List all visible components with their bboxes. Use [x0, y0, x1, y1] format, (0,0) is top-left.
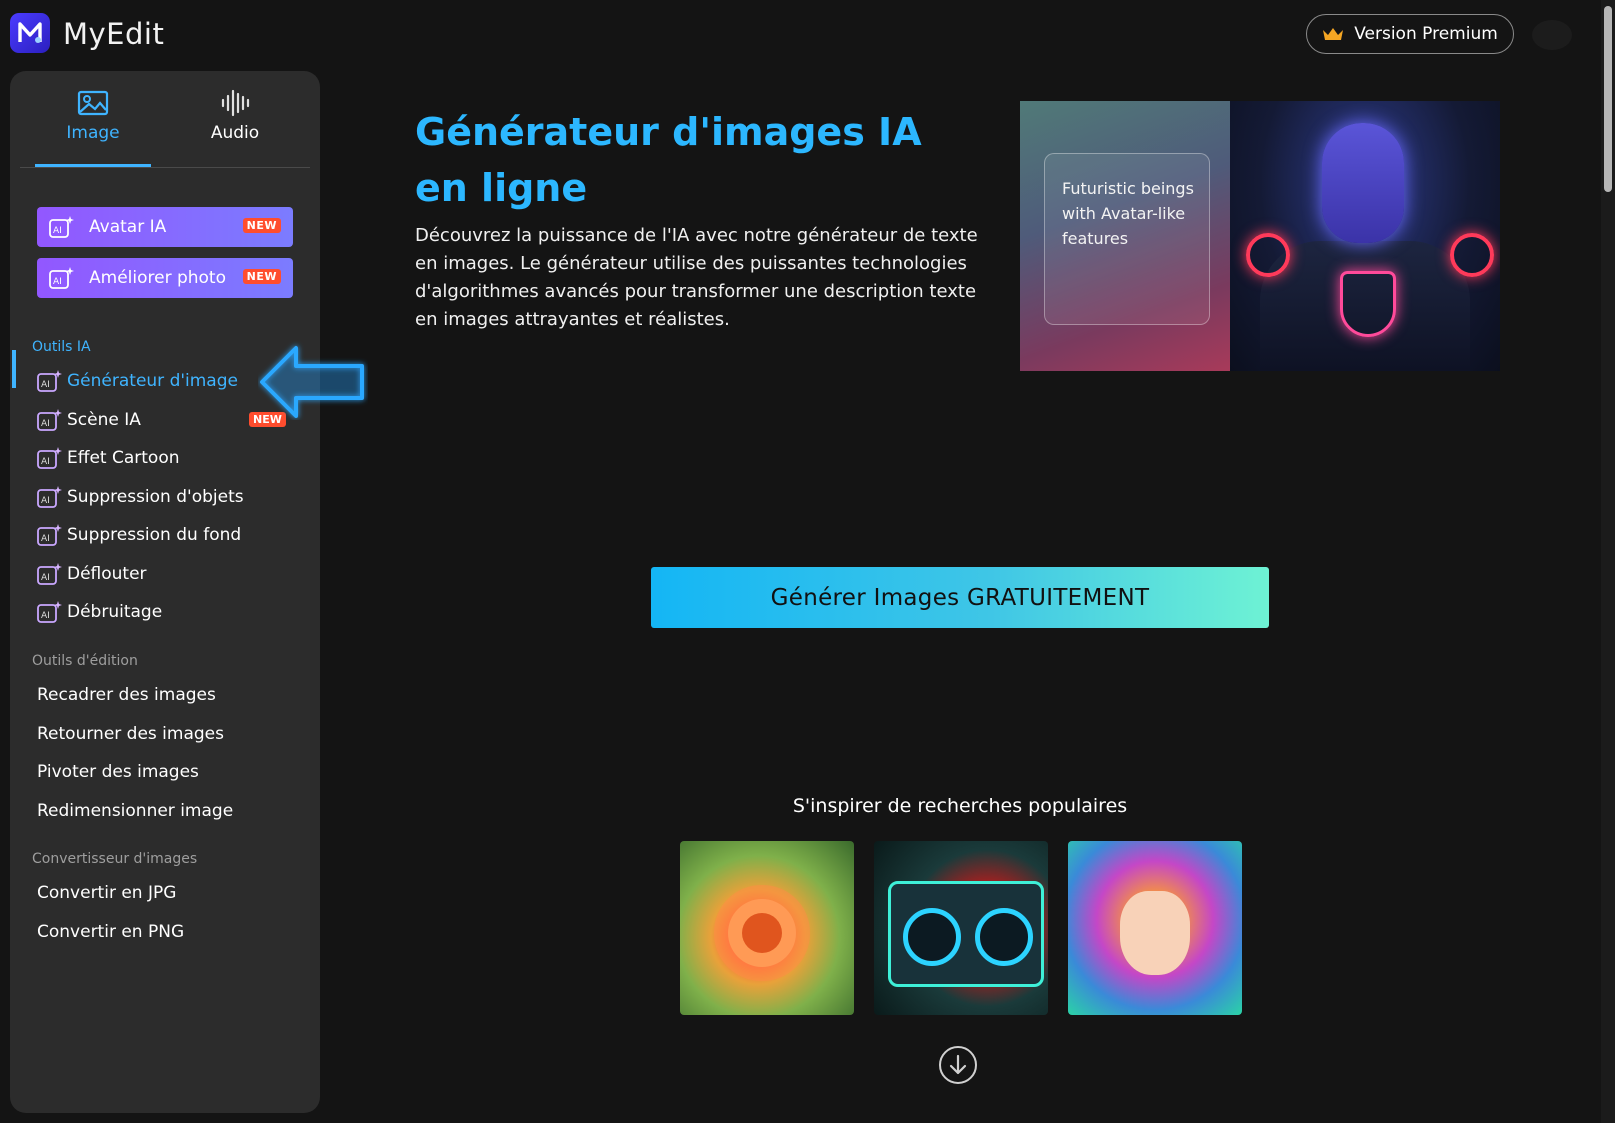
page-scrollbar[interactable]	[1601, 0, 1615, 1123]
svg-text:AI: AI	[53, 277, 62, 287]
svg-text:AI: AI	[41, 611, 50, 621]
premium-button[interactable]: Version Premium	[1306, 14, 1514, 54]
inspiration-thumb-boombox[interactable]	[874, 841, 1048, 1015]
scroll-down-button[interactable]	[939, 1046, 977, 1084]
sidebar-item-label: Convertir en JPG	[37, 883, 177, 903]
svg-text:AI: AI	[41, 419, 50, 429]
arrow-down-icon	[949, 1054, 967, 1075]
svg-text:AI: AI	[41, 573, 50, 583]
inspire-heading: S'inspirer de recherches populaires	[792, 795, 1128, 817]
sidebar-item-label: Redimensionner image	[37, 801, 234, 821]
sidebar-item-convertir-png[interactable]: Convertir en PNG	[37, 919, 297, 945]
boombox-shape	[888, 881, 1044, 987]
sidebar-item-label: Scène IA	[67, 410, 141, 430]
sidebar: Image Audio AI Avatar IA NEW AI Améliore…	[10, 71, 320, 1113]
sidebar-item-suppression-objets[interactable]: AI Suppression d'objets	[37, 484, 297, 510]
sidebar-item-label: Retourner des images	[37, 724, 224, 744]
avatar-ia-label: Avatar IA	[89, 217, 167, 237]
ai-sparkle-icon: AI	[37, 370, 62, 392]
speaker-shape	[903, 908, 961, 966]
premium-label: Version Premium	[1354, 24, 1498, 44]
neon-ring	[1450, 233, 1494, 277]
inspiration-thumb-anime[interactable]	[1068, 841, 1242, 1015]
sidebar-item-label: Déflouter	[67, 564, 147, 584]
ai-sparkle-icon: AI	[37, 524, 62, 546]
speaker-shape	[975, 908, 1033, 966]
ai-sparkle-icon: AI	[37, 563, 62, 585]
new-badge: NEW	[242, 218, 281, 233]
waveform-icon	[221, 89, 250, 117]
sidebar-item-convertir-jpg[interactable]: Convertir en JPG	[37, 880, 297, 906]
hero-image-left-panel: Futuristic beings with Avatar-like featu…	[1020, 101, 1230, 371]
section-convertisseur: Convertisseur d'images	[32, 851, 198, 867]
sidebar-item-label: Générateur d'image	[67, 371, 238, 391]
sidebar-item-suppression-fond[interactable]: AI Suppression du fond	[37, 522, 297, 548]
sidebar-item-label: Débruitage	[67, 602, 163, 622]
sidebar-item-deflouter[interactable]: AI Déflouter	[37, 561, 297, 587]
sidebar-item-label: Suppression du fond	[67, 525, 242, 545]
tab-image-label: Image	[66, 123, 120, 143]
sidebar-item-label: Effet Cartoon	[67, 448, 180, 468]
user-avatar[interactable]	[1532, 20, 1572, 50]
ai-sparkle-icon: AI	[37, 601, 62, 623]
ai-sparkle-icon: AI	[37, 447, 62, 469]
section-outils-edition: Outils d'édition	[32, 653, 138, 669]
top-header: MyEdit Version Premium	[0, 0, 1600, 70]
sidebar-item-recadrer[interactable]: Recadrer des images	[37, 682, 297, 708]
ai-sparkle-icon: AI	[37, 409, 62, 431]
hero-image-robot	[1230, 101, 1500, 371]
crown-icon	[1323, 28, 1344, 40]
svg-text:AI: AI	[41, 534, 50, 544]
active-item-indicator	[12, 350, 16, 388]
svg-text:AI: AI	[53, 226, 62, 236]
sidebar-item-pivoter[interactable]: Pivoter des images	[37, 759, 297, 785]
scrollbar-thumb[interactable]	[1604, 6, 1612, 192]
app-name[interactable]: MyEdit	[63, 17, 164, 51]
sidebar-item-label: Convertir en PNG	[37, 922, 185, 942]
prompt-card: Futuristic beings with Avatar-like featu…	[1044, 153, 1210, 325]
sidebar-item-label: Recadrer des images	[37, 685, 216, 705]
robot-face	[1322, 123, 1404, 243]
avatar-ia-button[interactable]: AI Avatar IA NEW	[37, 207, 293, 247]
tab-image[interactable]: Image	[35, 89, 151, 159]
svg-text:AI: AI	[41, 380, 50, 390]
tab-audio-label: Audio	[210, 123, 260, 143]
tab-divider	[20, 167, 310, 168]
tab-audio[interactable]: Audio	[177, 89, 293, 159]
ai-sparkle-icon: AI	[49, 216, 74, 238]
svg-text:AI: AI	[41, 457, 50, 467]
sidebar-item-redimensionner[interactable]: Redimensionner image	[37, 798, 297, 824]
sidebar-item-debruitage[interactable]: AI Débruitage	[37, 599, 297, 625]
prompt-card-text: Futuristic beings with Avatar-like featu…	[1062, 179, 1194, 248]
inspiration-thumb-flower[interactable]	[680, 841, 854, 1015]
ameliorer-photo-label: Améliorer photo	[89, 268, 226, 288]
page-description: Découvrez la puissance de l'IA avec notr…	[415, 225, 978, 330]
neon-mask	[1340, 271, 1396, 337]
ai-sparkle-icon: AI	[37, 486, 62, 508]
image-icon	[77, 90, 109, 116]
new-badge: NEW	[242, 269, 281, 284]
ai-sparkle-icon: AI	[49, 267, 74, 289]
page-title: Générateur d'images IA en ligne	[415, 110, 922, 210]
myedit-logo-icon[interactable]	[10, 13, 50, 53]
neon-ring	[1246, 233, 1290, 277]
hero-image: Futuristic beings with Avatar-like featu…	[1020, 101, 1500, 371]
sidebar-item-retourner[interactable]: Retourner des images	[37, 721, 297, 747]
sidebar-item-label: Suppression d'objets	[67, 487, 244, 507]
anime-face	[1120, 891, 1190, 975]
flower-center	[742, 913, 782, 953]
ameliorer-photo-button[interactable]: AI Améliorer photo NEW	[37, 258, 293, 298]
generate-images-button[interactable]: Générer Images GRATUITEMENT	[651, 567, 1269, 628]
sidebar-item-label: Pivoter des images	[37, 762, 199, 782]
highlight-arrow-icon	[258, 340, 368, 420]
sidebar-item-effet-cartoon[interactable]: AI Effet Cartoon	[37, 445, 297, 471]
svg-text:AI: AI	[41, 496, 50, 506]
section-outils-ia: Outils IA	[32, 339, 91, 355]
